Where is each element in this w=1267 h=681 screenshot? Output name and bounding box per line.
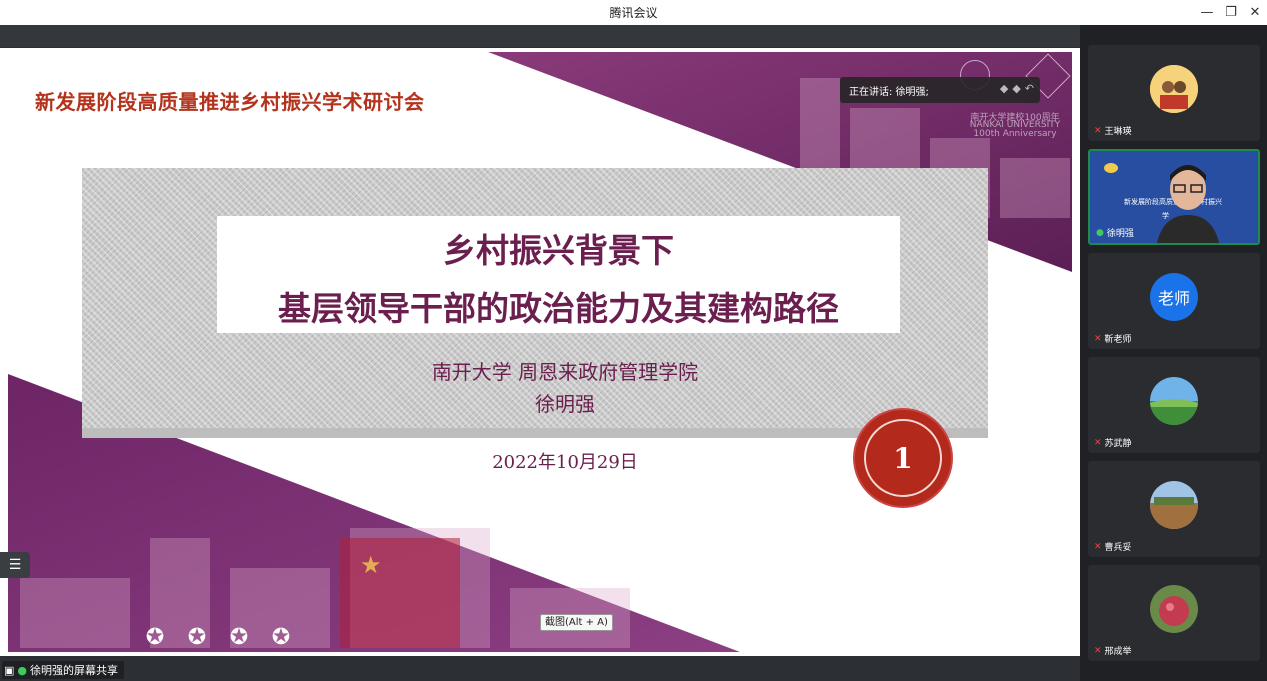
screen-share-text: 徐明强的屏幕共享: [30, 664, 119, 677]
shared-slide: ★ 新发展阶段高质量推进乡村振兴学术研讨会 南开大学建校100周年 NANKAI…: [0, 48, 1080, 656]
participant-name: 靳老师: [1104, 335, 1132, 345]
screen-share-icon: ▣: [4, 663, 15, 677]
screen-share-label[interactable]: ▣ ● 徐明强的屏幕共享: [2, 661, 125, 679]
star-icon: ✪: [271, 625, 291, 650]
mic-icon[interactable]: ◆: [1012, 82, 1020, 95]
mic-muted-icon: ✕: [1094, 437, 1102, 448]
speaking-indicator: 正在讲话: 徐明强; ◆ ◆ ↶: [840, 77, 1040, 103]
participant-tile-active[interactable]: 新发展阶段高质量推进乡村振兴 学 ● 徐明强: [1088, 149, 1260, 245]
participant-name: 曹兵妥: [1104, 543, 1132, 553]
avatar-photo-icon: [1150, 585, 1198, 633]
avatar-photo-icon: [1150, 481, 1198, 529]
star-icon: ✪: [187, 625, 207, 650]
title-backdrop-strip: [82, 428, 988, 438]
participant-name-row: ✕ 王琳瑛: [1094, 124, 1132, 138]
list-menu-button[interactable]: ☰: [0, 552, 30, 578]
avatar: [1150, 481, 1198, 529]
mic-muted-icon: ✕: [1094, 645, 1102, 656]
title-bar: 腾讯会议 — ❐ ✕: [0, 0, 1267, 25]
slide-number: 1: [864, 419, 942, 497]
participant-tile[interactable]: ✕ 王琳瑛: [1088, 45, 1260, 141]
star-icon: ✪: [229, 625, 249, 650]
participant-name: 苏武静: [1104, 439, 1132, 449]
slide-stars: ✪ ✪ ✪ ✪: [143, 626, 293, 650]
mic-muted-icon: ✕: [1094, 125, 1102, 136]
slide-affiliation: 南开大学 周恩来政府管理学院: [431, 360, 699, 384]
list-icon: ☰: [8, 557, 22, 573]
slide-date: 2022年10月29日: [492, 452, 638, 473]
star-icon: ✪: [145, 625, 165, 650]
participant-tile[interactable]: ✕ 邢成举: [1088, 565, 1260, 661]
participant-name-row: ✕ 苏武静: [1094, 436, 1132, 450]
university-logo-subtext2: 100th Anniversary: [973, 129, 1057, 139]
stage-top-strip: [0, 25, 1080, 47]
mic-muted-icon: ✕: [1094, 333, 1102, 344]
slide-number-badge: 1: [855, 410, 951, 506]
participant-name-row: ✕ 靳老师: [1094, 332, 1132, 346]
screenshot-tooltip: 截图(Alt + A): [540, 614, 613, 631]
participant-tile[interactable]: ✕ 苏武静: [1088, 357, 1260, 453]
avatar: [1150, 585, 1198, 633]
mic-on-icon: ●: [17, 663, 28, 677]
restore-button[interactable]: ❐: [1220, 2, 1242, 22]
avatar: [1150, 377, 1198, 425]
svg-text:★: ★: [360, 551, 382, 579]
participant-name-row: ✕ 邢成举: [1094, 644, 1132, 658]
participant-tile[interactable]: 老师 ✕ 靳老师: [1088, 253, 1260, 349]
avatar: 老师: [1150, 273, 1198, 321]
slide-title-line1: 乡村振兴背景下: [443, 231, 674, 270]
speaking-label: 正在讲话: 徐明强;: [849, 86, 929, 98]
slide-author: 徐明强: [535, 392, 595, 416]
participant-name: 邢成举: [1104, 647, 1132, 657]
minimize-button[interactable]: —: [1196, 2, 1218, 22]
status-bar: [0, 659, 1080, 681]
participant-name: 徐明强: [1106, 229, 1134, 239]
participant-person: [1156, 165, 1220, 243]
mic-muted-icon: ✕: [1094, 541, 1102, 552]
conference-title: 新发展阶段高质量推进乡村振兴学术研讨会: [35, 90, 425, 114]
close-button[interactable]: ✕: [1244, 2, 1266, 22]
avatar: [1150, 65, 1198, 113]
annotate-icon[interactable]: ◆: [1000, 82, 1008, 95]
speaking-controls: ◆ ◆ ↶: [1000, 82, 1034, 95]
window-title: 腾讯会议: [609, 6, 658, 20]
participant-tile[interactable]: ✕ 曹兵妥: [1088, 461, 1260, 557]
participant-name-row: ✕ 曹兵妥: [1094, 540, 1132, 554]
slide-title-line2: 基层领导干部的政治能力及其建构路径: [278, 289, 839, 328]
avatar-photo-icon: [1150, 65, 1198, 113]
mic-on-icon: ●: [1096, 227, 1104, 238]
avatar-photo-icon: [1150, 377, 1198, 425]
logo-icon: [1104, 163, 1118, 173]
participant-name-row: ● 徐明强: [1096, 226, 1134, 240]
participant-name: 王琳瑛: [1104, 127, 1132, 137]
undo-icon[interactable]: ↶: [1025, 82, 1034, 95]
